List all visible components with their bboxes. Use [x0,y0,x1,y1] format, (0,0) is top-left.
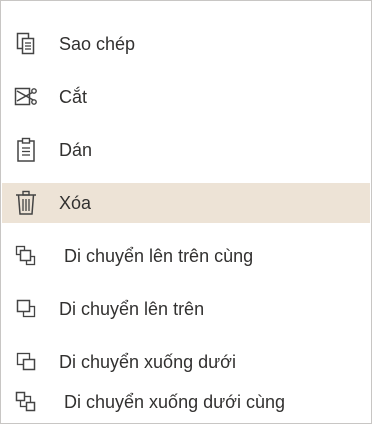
bring-to-front-icon [11,241,41,271]
context-menu: Sao chép Cắt Dán Xóa Di chuyển lên trên … [0,0,372,424]
menu-item-cut-label: Cắt [59,86,88,107]
menu-item-bring-to-front[interactable]: Di chuyển lên trên cùng [2,236,370,276]
menu-item-delete-label: Xóa [59,192,92,213]
paste-icon [11,135,41,165]
menu-item-bring-forward-label: Di chuyển lên trên [59,298,205,319]
menu-item-delete[interactable]: Xóa [2,183,370,223]
cut-icon [11,82,41,112]
bring-forward-icon [11,294,41,324]
menu-item-bring-to-front-label: Di chuyển lên trên cùng [64,245,254,266]
menu-item-send-to-back[interactable]: Di chuyển xuống dưới cùng [2,382,370,422]
menu-item-bring-forward[interactable]: Di chuyển lên trên [2,289,370,329]
send-to-back-icon [11,387,41,417]
menu-item-copy[interactable]: Sao chép [2,24,370,64]
menu-item-send-to-back-label: Di chuyển xuống dưới cùng [64,391,285,412]
menu-item-cut[interactable]: Cắt [2,77,370,117]
menu-item-send-backward-label: Di chuyển xuống dưới [59,351,236,372]
trash-icon [11,188,41,218]
menu-item-paste-label: Dán [59,139,93,160]
copy-icon [11,29,41,59]
menu-item-send-backward[interactable]: Di chuyển xuống dưới [2,342,370,382]
menu-item-paste[interactable]: Dán [2,130,370,170]
menu-item-copy-label: Sao chép [59,33,136,54]
send-backward-icon [11,347,41,377]
